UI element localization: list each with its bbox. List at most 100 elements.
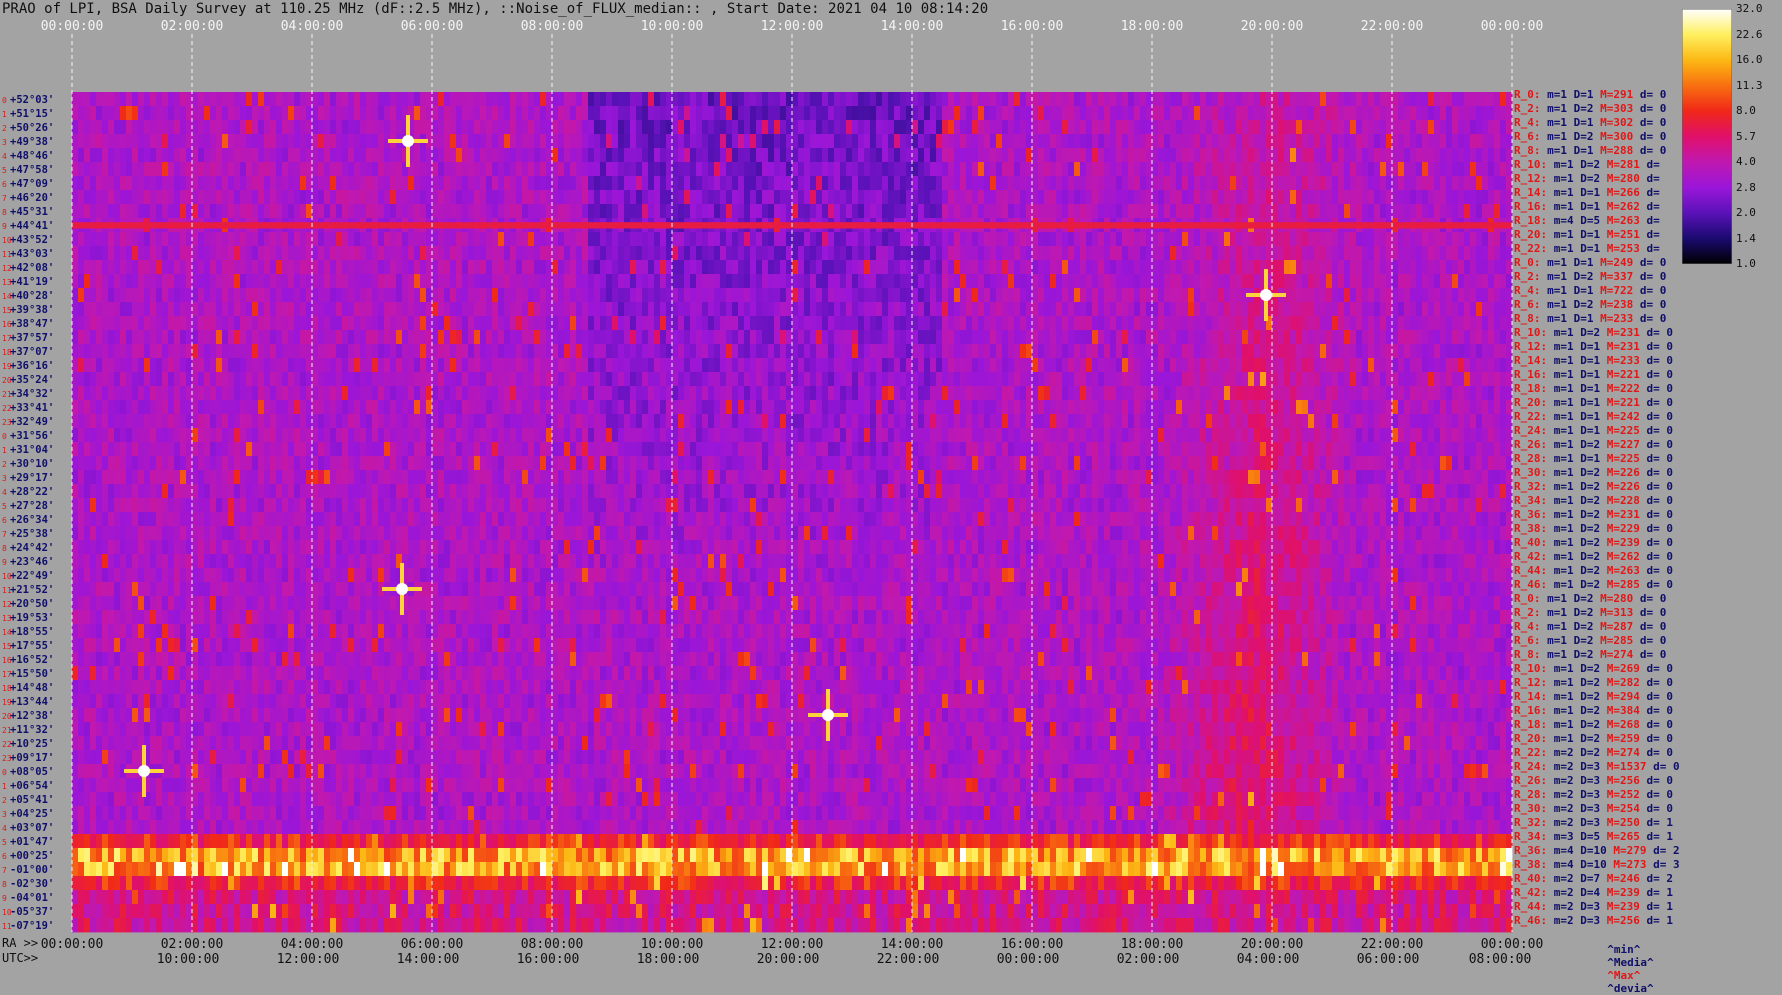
heatmap-cell <box>864 288 871 303</box>
heatmap-cell <box>630 288 637 303</box>
heatmap-cell <box>168 288 175 303</box>
heatmap-cell <box>474 358 481 373</box>
heatmap-cell <box>1290 330 1297 345</box>
heatmap-cell <box>858 302 865 317</box>
heatmap-cell <box>1392 120 1399 135</box>
heatmap-cell <box>270 176 277 191</box>
heatmap-cell <box>990 316 997 331</box>
heatmap-cell <box>540 288 547 303</box>
heatmap-cell <box>1164 92 1171 107</box>
heatmap-cell <box>198 330 205 345</box>
heatmap-cell <box>642 92 649 107</box>
heatmap-cell <box>960 232 967 247</box>
heatmap-cell <box>552 232 559 247</box>
heatmap-cell <box>1446 344 1453 359</box>
heatmap-cell <box>726 120 733 135</box>
heatmap-cell <box>720 330 727 345</box>
heatmap-cell <box>1152 372 1159 387</box>
heatmap-cell <box>996 176 1003 191</box>
heatmap-cell <box>378 106 385 121</box>
heatmap-cell <box>354 302 361 317</box>
heatmap-cell <box>492 148 499 163</box>
heatmap-cell <box>1482 246 1489 261</box>
heatmap-cell <box>1326 246 1333 261</box>
heatmap-cell <box>1296 190 1303 205</box>
heatmap-cell <box>312 344 319 359</box>
heatmap-cell <box>1230 274 1237 289</box>
heatmap-cell <box>846 176 853 191</box>
heatmap-cell <box>168 372 175 387</box>
heatmap-cell <box>1470 120 1477 135</box>
heatmap-cell <box>1206 162 1213 177</box>
heatmap-cell <box>1326 106 1333 121</box>
heatmap-cell <box>726 274 733 289</box>
heatmap-cell <box>1134 302 1141 317</box>
heatmap-cell <box>804 232 811 247</box>
heatmap-cell <box>294 330 301 345</box>
heatmap-cell <box>618 134 625 149</box>
heatmap-cell <box>474 204 481 219</box>
heatmap-cell <box>90 302 97 317</box>
heatmap-cell <box>1500 302 1507 317</box>
heatmap-cell <box>1062 148 1069 163</box>
heatmap-cell <box>990 260 997 275</box>
heatmap-cell <box>1056 92 1063 107</box>
heatmap-cell <box>846 372 853 387</box>
heatmap-cell <box>786 232 793 247</box>
heatmap-cell <box>240 330 247 345</box>
heatmap-cell <box>642 232 649 247</box>
heatmap-cell <box>1350 274 1357 289</box>
heatmap-cell <box>642 260 649 275</box>
heatmap-cell <box>504 358 511 373</box>
heatmap-cell <box>288 190 295 205</box>
heatmap-cell <box>420 246 427 261</box>
heatmap-cell <box>396 176 403 191</box>
heatmap-cell <box>1224 372 1231 387</box>
heatmap-cell <box>774 176 781 191</box>
heatmap-cell <box>882 162 889 177</box>
heatmap-cell <box>450 274 457 289</box>
heatmap-cell <box>84 330 91 345</box>
heatmap-cell <box>1200 358 1207 373</box>
heatmap-cell <box>312 162 319 177</box>
heatmap-cell <box>996 246 1003 261</box>
heatmap-cell <box>372 134 379 149</box>
heatmap-cell <box>606 302 613 317</box>
heatmap-cell <box>702 148 709 163</box>
heatmap-cell <box>162 176 169 191</box>
heatmap-cell <box>1152 274 1159 289</box>
heatmap-cell <box>186 148 193 163</box>
heatmap-cell <box>450 316 457 331</box>
heatmap-cell <box>636 358 643 373</box>
heatmap-cell <box>708 344 715 359</box>
heatmap-cell <box>612 330 619 345</box>
heatmap-cell <box>468 204 475 219</box>
heatmap-cell <box>624 134 631 149</box>
heatmap-cell <box>1248 92 1255 107</box>
heatmap-cell <box>756 92 763 107</box>
heatmap-cell <box>1326 232 1333 247</box>
heatmap-cell <box>126 204 133 219</box>
heatmap-cell <box>1212 120 1219 135</box>
heatmap-cell <box>900 344 907 359</box>
heatmap-cell <box>1140 344 1147 359</box>
heatmap-cell <box>1218 246 1225 261</box>
heatmap-cell <box>888 148 895 163</box>
heatmap-cell <box>414 246 421 261</box>
heatmap-cell <box>414 232 421 247</box>
heatmap-cell <box>936 204 943 219</box>
heatmap-cell <box>966 190 973 205</box>
heatmap-cell <box>444 190 451 205</box>
heatmap-cell <box>882 274 889 289</box>
heatmap-cell <box>792 372 799 387</box>
heatmap-cell <box>1398 176 1405 191</box>
heatmap-cell <box>1104 288 1111 303</box>
heatmap-cell <box>102 288 109 303</box>
heatmap-cell <box>1422 176 1429 191</box>
heatmap-cell <box>486 288 493 303</box>
heatmap-cell <box>888 330 895 345</box>
heatmap-cell <box>714 148 721 163</box>
heatmap-cell <box>1386 148 1393 163</box>
heatmap-cell <box>408 260 415 275</box>
heatmap-cell <box>630 372 637 387</box>
